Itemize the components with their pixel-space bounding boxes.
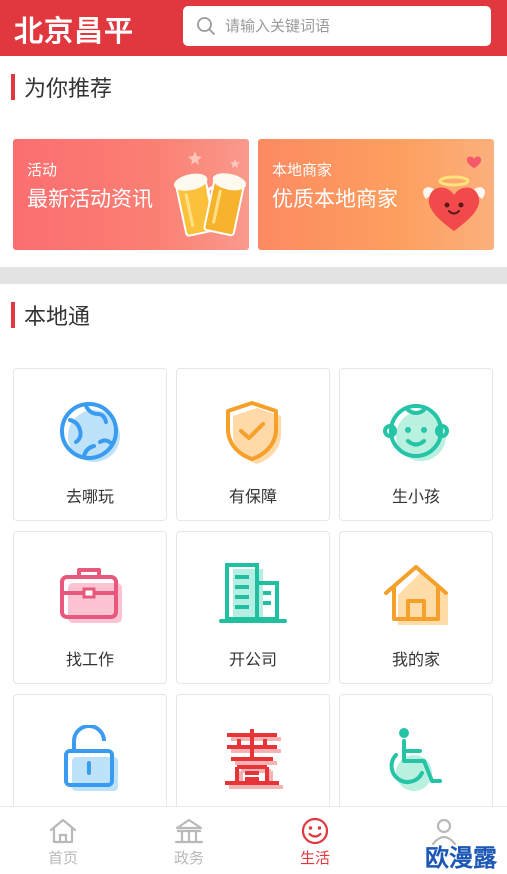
search-box[interactable] xyxy=(183,6,491,46)
recommend-title: 为你推荐 xyxy=(24,77,113,102)
double-happiness-icon xyxy=(225,729,283,789)
tab-home[interactable]: 首页 xyxy=(0,807,126,874)
banner-tag: 活动 xyxy=(27,161,58,179)
local-section-title: 本地通 xyxy=(11,300,90,330)
home-icon xyxy=(49,818,77,844)
service-find-job[interactable]: 找工作 xyxy=(13,531,167,684)
watermark-text: 欧漫露 xyxy=(425,844,497,872)
search-icon xyxy=(197,17,215,35)
banner-headline: 最新活动资讯 xyxy=(27,187,153,211)
service-label: 找工作 xyxy=(65,650,114,669)
title-accent-bar xyxy=(11,302,15,328)
wheelchair-icon xyxy=(389,728,442,791)
service-label: 开公司 xyxy=(228,650,277,669)
tab-label: 政务 xyxy=(173,849,204,867)
service-my-home[interactable]: 我的家 xyxy=(339,531,493,684)
banner-headline: 优质本地商家 xyxy=(272,187,398,211)
service-have-baby[interactable]: 生小孩 xyxy=(339,368,493,521)
service-label: 有保障 xyxy=(228,487,277,506)
title-accent-bar xyxy=(11,74,15,100)
tab-life[interactable]: 生活 xyxy=(252,807,378,874)
briefcase-icon xyxy=(60,568,122,623)
house-icon xyxy=(384,565,448,625)
local-title: 本地通 xyxy=(24,305,91,330)
service-open-company[interactable]: 开公司 xyxy=(176,531,330,684)
service-label: 去哪玩 xyxy=(65,487,114,506)
padlock-icon xyxy=(64,725,118,791)
tab-label: 首页 xyxy=(47,849,78,867)
banner-tag: 本地商家 xyxy=(272,161,333,179)
top-bar: 北京昌平 xyxy=(0,0,507,56)
service-label: 生小孩 xyxy=(391,487,440,506)
app-logo: 北京昌平 xyxy=(14,14,135,48)
search-input[interactable] xyxy=(225,6,480,46)
recommend-section-title: 为你推荐 xyxy=(11,72,112,102)
activity-banner[interactable]: 活动 最新活动资讯 xyxy=(13,139,249,250)
office-building-icon xyxy=(219,563,287,623)
section-divider xyxy=(0,267,507,284)
service-item[interactable] xyxy=(13,694,167,806)
service-guarantee[interactable]: 有保障 xyxy=(176,368,330,521)
service-where-to-go[interactable]: 去哪玩 xyxy=(13,368,167,521)
service-label: 我的家 xyxy=(391,650,440,669)
globe-icon xyxy=(60,402,120,462)
winged-heart-icon xyxy=(423,156,485,231)
tab-government[interactable]: 政务 xyxy=(126,807,252,874)
service-item[interactable] xyxy=(176,694,330,806)
government-building-icon xyxy=(174,818,204,844)
beer-mugs-icon xyxy=(173,151,247,237)
shield-check-icon xyxy=(226,401,281,464)
merchant-banner[interactable]: 本地商家 优质本地商家 xyxy=(258,139,494,250)
baby-face-icon xyxy=(383,404,449,461)
smile-icon xyxy=(301,817,329,845)
tab-label: 生活 xyxy=(299,849,330,867)
service-item[interactable] xyxy=(339,694,493,806)
